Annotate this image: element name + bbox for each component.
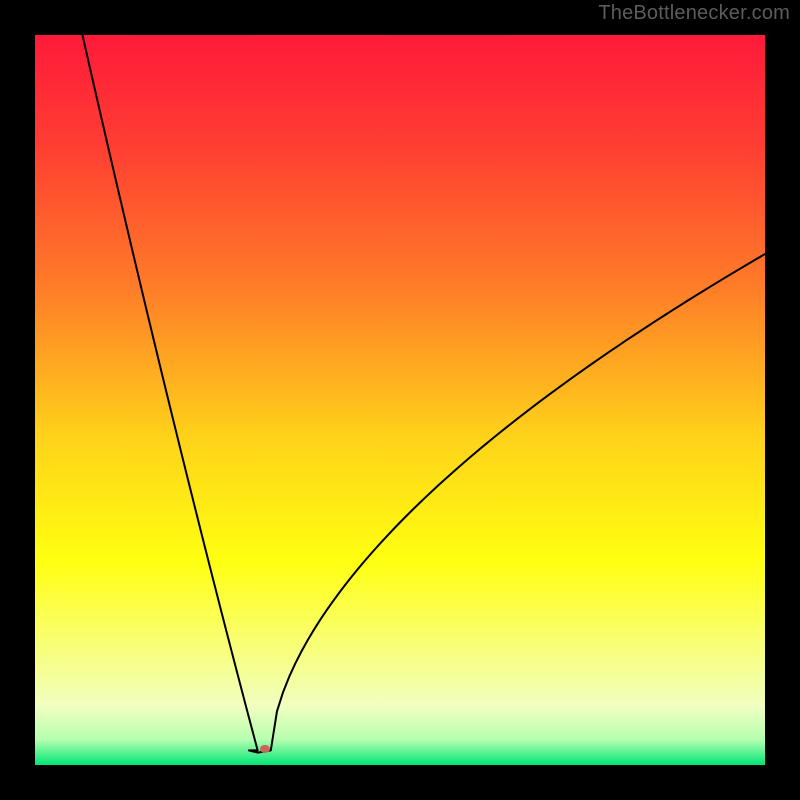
bottleneck-chart xyxy=(35,35,765,765)
attribution-text: TheBottlenecker.com xyxy=(598,2,790,25)
gradient-plane xyxy=(35,35,765,765)
chart-frame: TheBottlenecker.com xyxy=(0,0,800,800)
optimum-marker xyxy=(260,745,270,753)
